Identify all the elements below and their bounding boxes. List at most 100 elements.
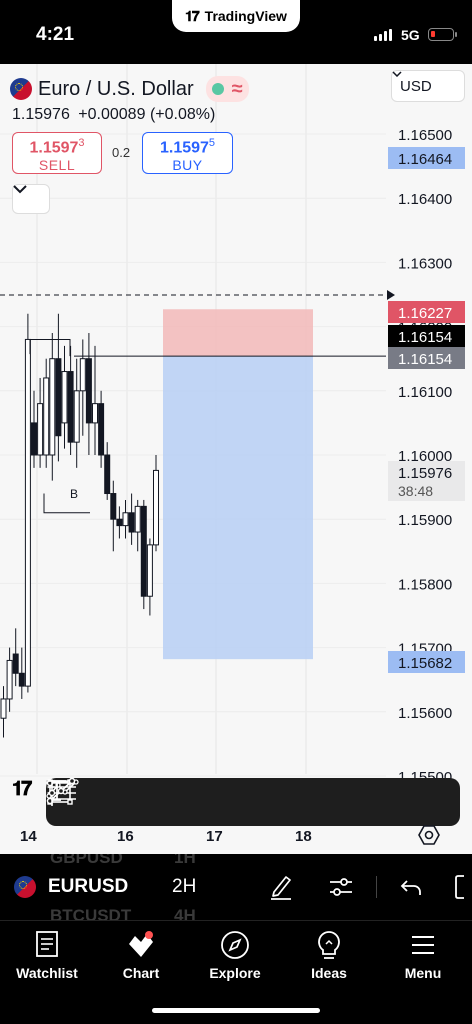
app-pill[interactable]: 𝟏𝟕 TradingView: [172, 0, 300, 32]
bear-candle: [31, 422, 37, 456]
status-bar: 4:21 𝟏𝟕 TradingView 5G: [0, 0, 472, 64]
nav-label: Ideas: [311, 965, 347, 981]
lightbulb-icon: [313, 929, 345, 961]
wave-icon: ≈: [231, 78, 243, 100]
buy-button[interactable]: 1.15975 BUY: [142, 132, 233, 174]
take-profit-zone: [163, 356, 313, 660]
price-axis-label: 1.16300: [398, 255, 452, 272]
price-axis-label: 1.15600: [398, 705, 452, 722]
horizontal-ray-icon[interactable]: [46, 779, 264, 824]
watchlist-icon: [31, 929, 63, 961]
nav-explore[interactable]: Explore: [190, 929, 280, 981]
price-chart[interactable]: B1.165001.164001.163001.162001.161001.16…: [0, 64, 472, 854]
stop-loss-zone: [163, 309, 313, 357]
trend-line-icon[interactable]: [46, 778, 312, 824]
nav-watchlist[interactable]: Watchlist: [2, 929, 92, 981]
last-price: 1.15976: [12, 106, 70, 123]
chevron-down-icon: [13, 185, 27, 194]
path-icon[interactable]: [46, 779, 216, 824]
bull-candle: [122, 512, 129, 527]
tradingview-watermark-icon: 𝟏𝟕: [12, 778, 32, 800]
buy-price-pip: 5: [208, 137, 216, 149]
price-axis-label: 1.15900: [398, 512, 452, 529]
eur-usd-flag-icon: [10, 78, 32, 100]
tradingview-logo-icon: 𝟏𝟕: [185, 7, 200, 24]
symbol-header[interactable]: Euro / U.S. Dollar ≈: [10, 76, 249, 102]
currency-select[interactable]: USD: [391, 70, 465, 102]
bear-candle: [98, 403, 105, 456]
bear-candle: [18, 672, 25, 687]
bull-candle: [146, 544, 153, 597]
buy-price: 1.1597: [159, 139, 209, 157]
text-icon[interactable]: [48, 780, 360, 824]
network-type: 5G: [401, 27, 420, 43]
bear-candle: [110, 493, 117, 520]
nav-ideas[interactable]: Ideas: [284, 929, 374, 981]
entry-price-label: 1.16154: [398, 351, 452, 368]
level-bracket: [43, 493, 90, 514]
bull-candle: [134, 505, 141, 533]
sell-price-pip: 3: [78, 137, 85, 149]
price-row: 1.15976 +0.00089 (+0.08%): [12, 106, 215, 124]
nav-menu[interactable]: Menu: [378, 929, 468, 981]
pen-icon[interactable]: [266, 872, 296, 902]
fullscreen-icon[interactable]: [450, 872, 472, 902]
fib-lines-icon[interactable]: [48, 780, 168, 824]
bull-candle: [24, 338, 31, 687]
nav-label: Menu: [404, 965, 442, 981]
eur-usd-flag-icon: [14, 876, 36, 898]
info-line-icon[interactable]: [46, 778, 408, 824]
ghost-interval-above: 1H: [174, 854, 196, 867]
stop-price-label: 1.16227: [398, 305, 452, 322]
nav-chart[interactable]: Chart: [96, 929, 186, 981]
menu-icon: [407, 929, 439, 961]
time-axis-label: 17: [206, 828, 223, 845]
vertical-line-icon[interactable]: [48, 780, 456, 824]
bull-candle: [92, 403, 98, 424]
bull-candle: [37, 403, 44, 456]
nav-label: Chart: [122, 965, 160, 981]
indicators-icon[interactable]: [326, 872, 356, 902]
bull-candle: [73, 390, 80, 443]
sell-button[interactable]: 1.15973 SELL: [12, 132, 102, 174]
symbol-picker[interactable]: EURUSD: [48, 876, 128, 898]
alert-arrow-icon: [387, 290, 395, 300]
spread-value: 0.2: [112, 145, 131, 160]
price-axis-label: 1.16100: [398, 384, 452, 401]
status-time: 4:21: [36, 24, 75, 45]
bear-candle: [85, 358, 92, 424]
bear-candle: [140, 505, 147, 597]
bar-countdown-label: 38:48: [398, 483, 433, 499]
current-price-label: 1.15976: [398, 465, 452, 482]
price-change-pct: (+0.08%): [149, 106, 216, 123]
sell-label: SELL: [38, 157, 76, 174]
market-status-badge[interactable]: ≈: [205, 76, 249, 102]
collapse-button[interactable]: [12, 184, 50, 214]
chart-area[interactable]: B1.165001.164001.163001.162001.161001.16…: [0, 64, 472, 854]
level-label: B: [70, 487, 78, 501]
battery-icon: [428, 28, 454, 41]
time-axis-label: 18: [295, 828, 312, 845]
interval-picker[interactable]: 2H: [172, 876, 196, 898]
time-axis-label: 16: [117, 828, 134, 845]
bear-candle: [116, 518, 123, 527]
symbol-title: Euro / U.S. Dollar: [38, 77, 194, 100]
compass-icon: [219, 929, 251, 961]
undo-icon[interactable]: [396, 872, 426, 902]
ghost-symbol-above: GBPUSD: [50, 854, 123, 867]
ghost-symbol-below: BTCUSDT: [50, 906, 132, 920]
sell-price: 1.1597: [29, 139, 79, 157]
app-pill-label: TradingView: [204, 8, 287, 24]
symbol-toolbar: GBPUSD 1H BTCUSDT 4H EURUSD 2H: [0, 854, 472, 920]
bull-candle: [6, 659, 13, 700]
nav-label: Watchlist: [16, 965, 78, 981]
price-axis-label: 1.16500: [398, 127, 452, 144]
ghost-interval-below: 4H: [174, 906, 196, 920]
bear-candle: [12, 653, 19, 674]
bear-candle: [128, 512, 135, 533]
home-indicator: [152, 1008, 320, 1013]
currency-select-value: USD: [400, 77, 432, 95]
time-axis[interactable]: 14 16 17 18: [0, 828, 472, 854]
chart-settings-icon[interactable]: [418, 824, 442, 848]
bull-candle: [61, 371, 68, 424]
